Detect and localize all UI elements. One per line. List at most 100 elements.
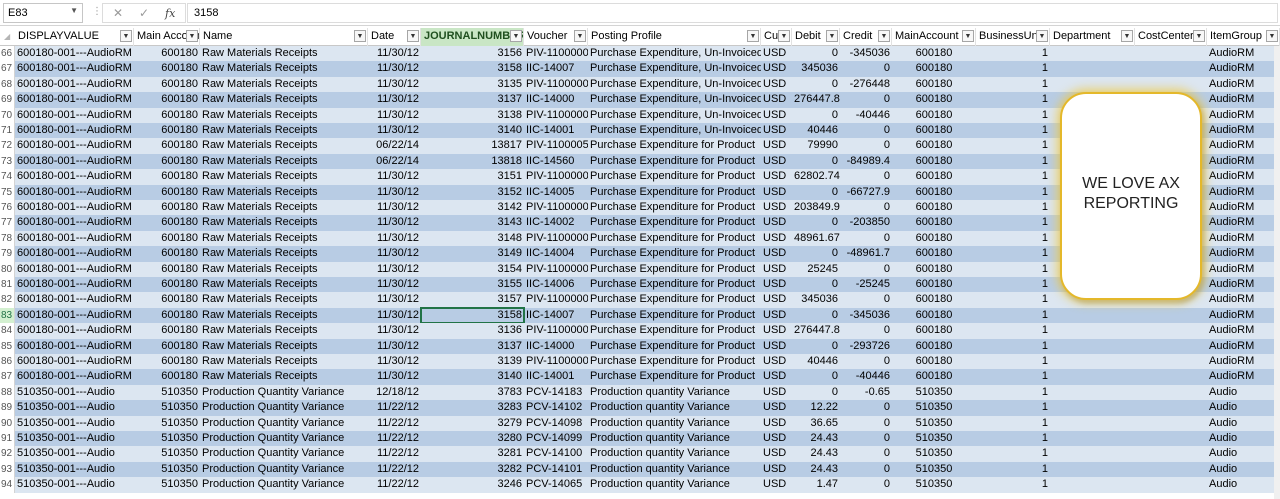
table-cell[interactable]: 345036 [792,292,840,307]
table-cell[interactable]: 600180 [134,231,200,246]
table-cell[interactable]: 600180-001---AudioRM [15,185,134,200]
table-cell[interactable]: PCV-14183 [524,385,588,400]
table-cell[interactable]: PCV-14102 [524,400,588,415]
table-cell[interactable]: 510350 [892,431,976,446]
row-number[interactable]: 73 [0,153,15,170]
table-cell[interactable]: AudioRM [1207,92,1280,107]
table-cell[interactable]: 0 [840,354,892,369]
table-cell[interactable]: IIC-14001 [524,369,588,384]
filter-dropdown-icon[interactable]: ▼ [574,30,586,42]
table-cell[interactable]: USD [761,108,792,123]
table-cell[interactable]: 11/30/12 [368,339,421,354]
table-cell[interactable]: USD [761,308,792,323]
table-cell[interactable]: USD [761,123,792,138]
table-cell[interactable]: USD [761,246,792,261]
table-cell[interactable] [1050,369,1135,384]
table-cell[interactable]: 510350 [134,416,200,431]
table-cell[interactable]: Raw Materials Receipts [200,77,368,92]
table-cell[interactable]: USD [761,446,792,461]
table-cell[interactable]: 510350 [134,446,200,461]
callout-shape[interactable]: WE LOVE AX REPORTING [1060,92,1202,300]
table-cell[interactable]: Purchase Expenditure for Product [588,215,761,230]
table-cell[interactable]: 600180 [892,339,976,354]
table-cell[interactable]: 600180-001---AudioRM [15,231,134,246]
table-cell[interactable]: 600180-001---AudioRM [15,92,134,107]
table-cell[interactable]: -203850 [840,215,892,230]
table-cell[interactable]: 510350-001---Audio [15,400,134,415]
table-cell[interactable]: 600180-001---AudioRM [15,215,134,230]
row-number[interactable]: 79 [0,246,15,262]
table-cell[interactable]: USD [761,462,792,477]
table-cell[interactable]: 1 [976,462,1050,477]
table-cell[interactable]: 1 [976,323,1050,338]
table-cell[interactable]: Purchase Expenditure for Product [588,323,761,338]
table-cell[interactable] [1050,446,1135,461]
row-number[interactable]: 68 [0,76,15,93]
table-cell[interactable]: 11/30/12 [368,246,421,261]
table-cell[interactable]: 600180 [892,169,976,184]
table-cell[interactable]: IIC-14006 [524,277,588,292]
table-cell[interactable]: 600180 [892,323,976,338]
table-cell[interactable]: 3139 [421,354,524,369]
table-cell[interactable]: 510350 [134,400,200,415]
table-cell[interactable]: USD [761,61,792,76]
table-cell[interactable]: Purchase Expenditure for Product [588,308,761,323]
table-cell[interactable]: 600180 [134,138,200,153]
table-cell[interactable]: 600180 [892,61,976,76]
table-cell[interactable] [1135,323,1207,338]
table-cell[interactable]: 600180-001---AudioRM [15,246,134,261]
row-number[interactable]: 89 [0,400,15,416]
table-cell[interactable]: 0 [792,369,840,384]
table-cell[interactable]: 1 [976,416,1050,431]
table-cell[interactable]: 600180-001---AudioRM [15,61,134,76]
column-header-5[interactable]: Voucher ▼ [524,28,588,46]
table-cell[interactable]: -276448 [840,77,892,92]
table-cell[interactable]: 3158 [421,308,524,323]
table-cell[interactable]: 600180-001---AudioRM [15,200,134,215]
table-cell[interactable]: USD [761,231,792,246]
table-cell[interactable]: IIC-14004 [524,246,588,261]
table-cell[interactable]: 600180 [134,92,200,107]
table-cell[interactable]: Raw Materials Receipts [200,61,368,76]
table-cell[interactable]: USD [761,431,792,446]
table-cell[interactable]: PCV-14100 [524,446,588,461]
table-cell[interactable]: 11/22/12 [368,446,421,461]
table-cell[interactable]: USD [761,77,792,92]
table-cell[interactable]: PIV-11000000 [524,292,588,307]
table-cell[interactable]: PIV-11000000 [524,231,588,246]
table-cell[interactable]: 600180-001---AudioRM [15,262,134,277]
table-cell[interactable]: 1 [976,154,1050,169]
table-cell[interactable]: 3156 [421,46,524,61]
table-cell[interactable] [1050,77,1135,92]
table-cell[interactable]: 600180 [892,123,976,138]
table-cell[interactable]: 0 [792,46,840,61]
column-header-11[interactable]: BusinessUnit ▼ [976,28,1050,46]
table-cell[interactable]: Production Quantity Variance [200,416,368,431]
row-number[interactable]: 66 [0,46,15,62]
row-number[interactable]: 91 [0,431,15,447]
table-cell[interactable]: PCV-14065 [524,477,588,492]
table-cell[interactable]: 600180 [892,77,976,92]
table-cell[interactable]: 600180 [892,246,976,261]
table-cell[interactable] [1135,462,1207,477]
table-cell[interactable]: AudioRM [1207,308,1280,323]
table-cell[interactable]: 0 [792,277,840,292]
table-cell[interactable]: 510350 [134,385,200,400]
table-cell[interactable]: Raw Materials Receipts [200,339,368,354]
table-cell[interactable]: 13818 [421,154,524,169]
table-cell[interactable]: 600180 [134,308,200,323]
table-cell[interactable]: USD [761,277,792,292]
table-cell[interactable]: USD [761,400,792,415]
filter-dropdown-icon[interactable]: ▼ [1266,30,1278,42]
table-cell[interactable]: 600180 [134,185,200,200]
table-cell[interactable]: 1 [976,385,1050,400]
column-header-13[interactable]: CostCenter ▼ [1135,28,1207,46]
table-cell[interactable]: 11/30/12 [368,108,421,123]
table-cell[interactable]: 11/22/12 [368,477,421,492]
table-cell[interactable]: Raw Materials Receipts [200,154,368,169]
row-number[interactable]: 84 [0,323,15,339]
table-cell[interactable]: Raw Materials Receipts [200,169,368,184]
row-number[interactable]: 70 [0,107,15,123]
table-cell[interactable]: 600180 [892,185,976,200]
table-cell[interactable]: -0.65 [840,385,892,400]
